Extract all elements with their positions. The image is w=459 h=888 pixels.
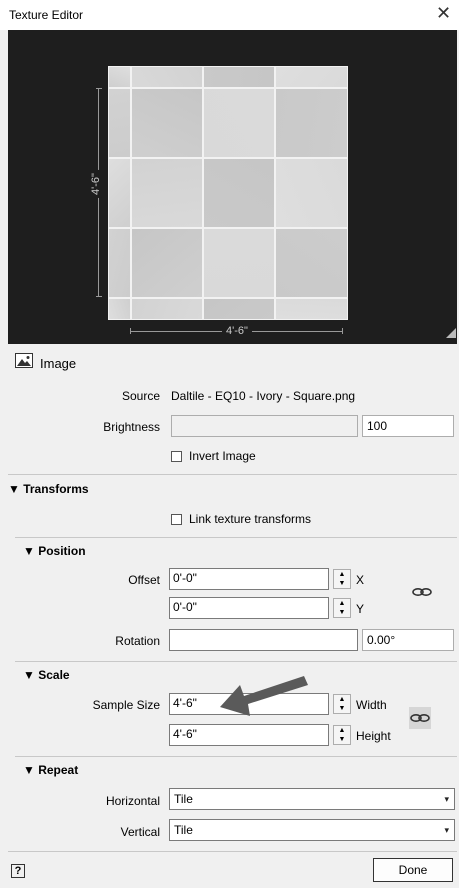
- annotation-arrow-icon: [220, 676, 308, 716]
- image-section-title: Image: [40, 356, 77, 371]
- brightness-label: Brightness: [103, 420, 160, 434]
- link-texture-transforms-checkbox[interactable]: [171, 514, 182, 525]
- texture-tile: [131, 228, 203, 298]
- horizontal-dimension-label: 4'-6": [222, 325, 252, 337]
- texture-tile: [108, 66, 131, 88]
- texture-tile: [275, 66, 348, 88]
- sample-width-stepper[interactable]: ▲ ▼: [333, 694, 351, 714]
- close-icon[interactable]: ✕: [436, 3, 451, 24]
- help-icon[interactable]: ?: [11, 864, 25, 878]
- chevron-down-icon: ▾: [444, 825, 449, 835]
- divider: [8, 851, 457, 852]
- texture-tile: [275, 88, 348, 158]
- source-value: Daltile - EQ10 - Ivory - Square.png: [171, 389, 356, 403]
- scale-section-toggle[interactable]: ▼ Scale: [23, 668, 70, 682]
- texture-tile: [203, 88, 275, 158]
- offset-x-label: X: [356, 573, 365, 587]
- texture-tile: [108, 88, 131, 158]
- sample-height-label: Height: [356, 729, 391, 743]
- resize-grip-icon[interactable]: [446, 328, 456, 338]
- texture-tile: [275, 228, 348, 298]
- sample-height-stepper[interactable]: ▲ ▼: [333, 725, 351, 745]
- done-button[interactable]: Done: [373, 858, 453, 882]
- repeat-section-toggle[interactable]: ▼ Repeat: [23, 763, 78, 777]
- horizontal-dimension-tick-left: [130, 328, 131, 334]
- offset-x-input[interactable]: 0'-0": [169, 568, 329, 590]
- texture-tile: [203, 66, 275, 88]
- horizontal-dimension-tick-right: [342, 328, 343, 334]
- link-scale-icon[interactable]: [409, 711, 431, 725]
- offset-y-input[interactable]: 0'-0": [169, 597, 329, 619]
- texture-tile: [108, 158, 131, 228]
- offset-label: Offset: [128, 573, 160, 587]
- vertical-dimension-label: 4'-6": [89, 170, 102, 198]
- image-icon: [15, 353, 33, 368]
- texture-tile: [203, 298, 275, 320]
- vertical-dimension-tick-top: [96, 88, 102, 89]
- brightness-input[interactable]: 100: [362, 415, 454, 437]
- link-texture-transforms-label: Link texture transforms: [189, 512, 312, 526]
- texture-tile: [275, 158, 348, 228]
- sample-height-input[interactable]: 4'-6": [169, 724, 329, 746]
- link-offset-icon[interactable]: [411, 585, 433, 599]
- horizontal-repeat-value: Tile: [174, 792, 193, 806]
- invert-image-checkbox[interactable]: [171, 451, 182, 462]
- texture-tile: [108, 298, 131, 320]
- offset-x-stepper[interactable]: ▲ ▼: [333, 569, 351, 589]
- offset-y-stepper[interactable]: ▲ ▼: [333, 598, 351, 618]
- divider: [15, 537, 457, 538]
- texture-tile: [275, 298, 348, 320]
- source-label: Source: [121, 389, 160, 403]
- brightness-slider[interactable]: [171, 415, 358, 437]
- chevron-down-icon: ▾: [444, 794, 449, 804]
- texture-tile: [203, 228, 275, 298]
- texture-tile: [131, 158, 203, 228]
- divider: [15, 661, 457, 662]
- texture-tile: [131, 298, 203, 320]
- rotation-input[interactable]: 0.00°: [362, 629, 454, 651]
- texture-tile: [108, 228, 131, 298]
- divider: [15, 756, 457, 757]
- vertical-dimension-tick-bottom: [96, 296, 102, 297]
- vertical-repeat-value: Tile: [174, 823, 193, 837]
- texture-tile: [131, 66, 203, 88]
- sample-size-label: Sample Size: [92, 698, 160, 712]
- horizontal-repeat-label: Horizontal: [105, 794, 160, 808]
- texture-image: [108, 66, 348, 320]
- divider: [8, 474, 457, 475]
- vertical-repeat-select[interactable]: Tile ▾: [169, 819, 455, 841]
- rotation-label: Rotation: [115, 634, 160, 648]
- sample-width-label: Width: [356, 698, 387, 712]
- texture-tile: [131, 88, 203, 158]
- window-title: Texture Editor: [9, 8, 84, 22]
- offset-y-label: Y: [356, 602, 365, 616]
- invert-image-label: Invert Image: [189, 449, 256, 463]
- horizontal-repeat-select[interactable]: Tile ▾: [169, 788, 455, 810]
- texture-tile: [203, 158, 275, 228]
- vertical-repeat-label: Vertical: [120, 825, 160, 839]
- transforms-section-toggle[interactable]: ▼ Transforms: [8, 482, 89, 496]
- rotation-slider[interactable]: [169, 629, 358, 651]
- position-section-toggle[interactable]: ▼ Position: [23, 544, 86, 558]
